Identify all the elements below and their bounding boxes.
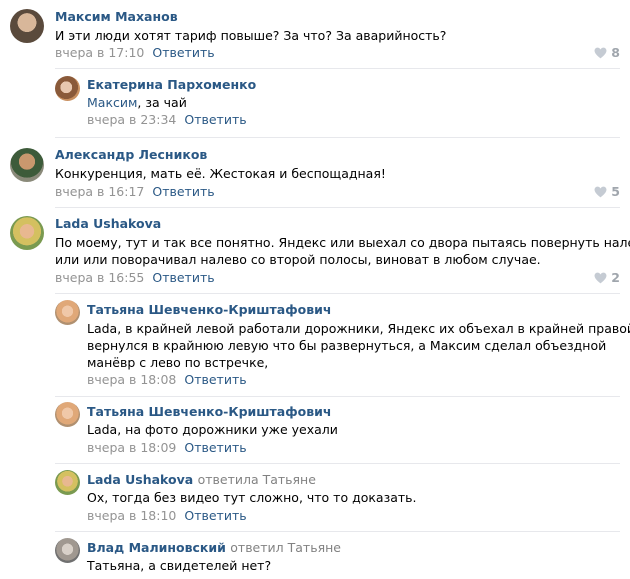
like-button[interactable]: 2 [594, 270, 620, 285]
avatar[interactable] [55, 402, 80, 427]
divider [55, 293, 620, 294]
reply-link[interactable]: Ответить [152, 184, 214, 199]
divider [55, 396, 620, 397]
comment-author[interactable]: Татьяна Шевченко-Криштафович [87, 404, 331, 419]
comment-text: Lada, в крайней левой работали дорожники… [87, 321, 630, 370]
comment-author[interactable]: Lada Ushakova ответила Татьяне [87, 472, 316, 487]
comment-author[interactable]: Екатерина Пархоменко [87, 77, 256, 92]
divider [55, 463, 620, 464]
avatar[interactable] [55, 300, 80, 325]
comment-meta: вчера в 18:09 Ответить [87, 440, 247, 455]
comment-author[interactable]: Александр Лесников [55, 147, 207, 162]
mention-link[interactable]: Максим [87, 95, 137, 110]
comment-time[interactable]: вчера в 16:17 [55, 184, 144, 199]
like-button[interactable]: 8 [594, 45, 620, 60]
avatar[interactable] [10, 9, 44, 43]
heart-icon [594, 47, 607, 58]
avatar[interactable] [55, 538, 80, 563]
comment-text: По моему, тут и так все понятно. Яндекс … [55, 235, 630, 267]
heart-icon [594, 186, 607, 197]
comment-time[interactable]: вчера в 17:10 [55, 45, 144, 60]
comment-time[interactable]: вчера в 18:10 [87, 508, 176, 523]
divider [55, 137, 620, 138]
divider [55, 531, 620, 532]
avatar[interactable] [10, 216, 44, 250]
comment-text: И эти люди хотят тариф повыше? За что? З… [55, 28, 447, 43]
comment-author[interactable]: Влад Малиновский ответил Татьяне [87, 540, 341, 555]
like-count: 2 [611, 270, 620, 285]
comment-meta: вчера в 17:10 Ответить [55, 45, 215, 60]
comment-meta: вчера в 18:08 Ответить [87, 372, 247, 387]
reply-link[interactable]: Ответить [184, 372, 246, 387]
comment-meta: вчера в 18:10 Ответить [87, 508, 247, 523]
like-button[interactable]: 5 [594, 184, 620, 199]
comment-text: Татьяна, а свидетелей нет? [87, 558, 272, 573]
comment-author[interactable]: Lada Ushakova [55, 216, 161, 231]
comment-time[interactable]: вчера в 23:34 [87, 112, 176, 127]
reply-link[interactable]: Ответить [152, 45, 214, 60]
comment-text: Lada, на фото дорожники уже уехали [87, 422, 338, 437]
author-name[interactable]: Lada Ushakova [87, 472, 193, 487]
reply-link[interactable]: Ответить [184, 440, 246, 455]
author-name[interactable]: Влад Малиновский [87, 540, 226, 555]
reply-link[interactable]: Ответить [184, 112, 246, 127]
reply-link[interactable]: Ответить [152, 270, 214, 285]
comment-meta: вчера в 16:17 Ответить [55, 184, 215, 199]
comment-text: Конкуренция, мать её. Жестокая и беспоща… [55, 166, 386, 181]
avatar[interactable] [10, 148, 44, 182]
divider [55, 207, 620, 208]
comment-meta: вчера в 16:55 Ответить [55, 270, 215, 285]
reply-link[interactable]: Ответить [184, 508, 246, 523]
avatar[interactable] [55, 76, 80, 101]
comment-text: Ох, тогда без видео тут сложно, что то д… [87, 490, 417, 505]
comment-time[interactable]: вчера в 18:09 [87, 440, 176, 455]
comment-author[interactable]: Максим Маханов [55, 9, 178, 24]
comment-time[interactable]: вчера в 18:08 [87, 372, 176, 387]
avatar[interactable] [55, 470, 80, 495]
divider [55, 68, 620, 69]
comment-time[interactable]: вчера в 16:55 [55, 270, 144, 285]
comment-meta: вчера в 23:34 Ответить [87, 112, 247, 127]
like-count: 8 [611, 45, 620, 60]
heart-icon [594, 272, 607, 283]
comment-text: Максим, за чай [87, 95, 187, 110]
comment-author[interactable]: Татьяна Шевченко-Криштафович [87, 302, 331, 317]
replied-to[interactable]: ответил Татьяне [230, 540, 341, 555]
replied-to[interactable]: ответила Татьяне [198, 472, 316, 487]
like-count: 5 [611, 184, 620, 199]
